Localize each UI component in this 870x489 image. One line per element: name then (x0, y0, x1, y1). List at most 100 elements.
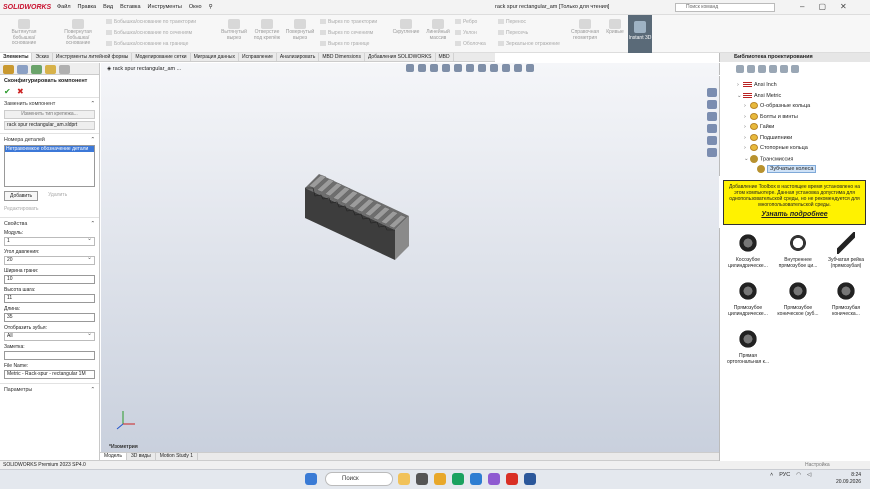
loft-boss-item[interactable]: Бобышка/основание по сечениям (106, 30, 192, 36)
zoom-area-icon[interactable] (418, 64, 426, 72)
feature-tree-icon[interactable] (3, 65, 14, 74)
boundary-boss-item[interactable]: Бобышка/основание на границе (106, 41, 188, 47)
pressure-angle-select[interactable]: 20 (4, 255, 95, 265)
previous-view-icon[interactable] (430, 64, 438, 72)
delete-button[interactable]: Удалить (48, 191, 67, 201)
params-section-header[interactable]: Параметры ⌃ (0, 383, 99, 394)
minimize-icon[interactable]: – (800, 0, 804, 14)
pitch-height-input[interactable]: 11 (4, 294, 95, 303)
tree-item[interactable]: Зубчатые колеса (751, 165, 817, 174)
up-icon[interactable] (780, 65, 788, 73)
task-view-icon[interactable] (416, 473, 428, 485)
file-explorer-icon[interactable] (434, 473, 446, 485)
tab-model[interactable]: Модель (100, 453, 127, 460)
menu-file[interactable]: Файл (57, 4, 71, 10)
library-item[interactable]: Прямозубое коническое (зуб... (774, 280, 822, 317)
design-library-icon[interactable] (707, 112, 717, 121)
comment-input[interactable] (4, 351, 95, 360)
length-input[interactable]: 35 (4, 313, 95, 322)
custom-properties-icon[interactable] (707, 148, 717, 157)
library-item[interactable]: Прямозубое цилиндрическе... (724, 280, 772, 317)
tab-evaluate[interactable]: Анализировать (277, 53, 320, 61)
library-item[interactable]: Прямая ортогональная к... (724, 328, 772, 365)
maximize-icon[interactable]: ▢ (818, 0, 826, 14)
new-folder-icon[interactable] (769, 65, 777, 73)
hide-show-icon[interactable] (478, 64, 486, 72)
tab-data-migration[interactable]: Миграция данных (191, 53, 239, 61)
tab-mbd-dimensions[interactable]: MBD Dimensions (319, 53, 365, 61)
properties-section-header[interactable]: Свойства ⌃ (0, 217, 99, 228)
library-item[interactable]: Внутреннее прямозубое ци... (774, 232, 822, 269)
dimxpert-icon[interactable] (45, 65, 56, 74)
tab-mold-tools[interactable]: Инструменты литейной формы (53, 53, 133, 61)
zoom-fit-icon[interactable] (406, 64, 414, 72)
display-style-icon[interactable] (466, 64, 474, 72)
file-name-input[interactable]: Metric - Rack-spur - rectangular 1M (4, 370, 95, 379)
volume-icon[interactable]: ◁ (807, 472, 811, 479)
wrap-item[interactable]: Перенос (498, 19, 526, 25)
widgets-icon[interactable] (398, 473, 410, 485)
tree-item[interactable]: › Подшипники (744, 133, 792, 142)
add-location-icon[interactable] (758, 65, 766, 73)
tab-3d-views[interactable]: 3D виды (127, 453, 156, 460)
revolve-cut-button[interactable]: Повернутый вырез (284, 19, 316, 41)
hole-wizard-button[interactable]: Отверстие под крепёж (250, 19, 284, 41)
scene-icon[interactable] (502, 64, 510, 72)
mirror-item[interactable]: Зеркальное отражение (498, 41, 560, 47)
display-icon[interactable] (526, 64, 534, 72)
tab-sketch[interactable]: Эскиз (32, 53, 53, 61)
edit-appearance-icon[interactable] (490, 64, 498, 72)
reference-geometry-button[interactable]: Справочная геометрия (568, 19, 602, 41)
graphics-area[interactable]: ◈ rack spur rectangular_am ... *Изометри… (101, 63, 719, 453)
loft-cut-item[interactable]: Вырез по сечениям (320, 30, 373, 36)
command-search-input[interactable]: Поиск команд (675, 3, 775, 12)
tab-repair[interactable]: Исправление (239, 53, 277, 61)
back-icon[interactable] (736, 65, 744, 73)
resources-icon[interactable] (707, 100, 717, 109)
part-numbers-section-header[interactable]: Номера деталей ⌃ (0, 133, 99, 144)
replace-section-header[interactable]: Заменить компонент ⌃ (0, 97, 99, 108)
section-view-icon[interactable] (442, 64, 450, 72)
appearances-icon[interactable] (707, 136, 717, 145)
network-icon[interactable]: ◠ (796, 472, 801, 479)
tree-item[interactable]: › Гайки (744, 123, 774, 131)
view-settings-icon[interactable] (514, 64, 522, 72)
sweep-cut-item[interactable]: Вырез по траектории (320, 19, 377, 25)
cancel-x-icon[interactable]: ✖ (17, 87, 24, 96)
tree-item[interactable]: › О-образные кольца (744, 102, 810, 110)
instant3d-button[interactable]: Instant 3D (628, 15, 652, 53)
display-teeth-select[interactable]: All (4, 331, 95, 341)
module-select[interactable]: 1 (4, 236, 95, 246)
menu-tools[interactable]: Инструменты (148, 4, 182, 10)
tab-mbd[interactable]: MBD (436, 53, 454, 61)
store-icon[interactable] (470, 473, 482, 485)
shell-item[interactable]: Оболочка (455, 41, 486, 47)
change-fastener-type-button[interactable]: Изменить тип крепежа... (4, 110, 95, 119)
teams-icon[interactable] (488, 473, 500, 485)
property-manager-icon[interactable] (17, 65, 28, 74)
breadcrumb[interactable]: ◈ rack spur rectangular_am ... (107, 66, 181, 72)
taskbar-search[interactable]: Поиск (325, 472, 393, 486)
draft-item[interactable]: Уклон (455, 30, 477, 36)
curves-button[interactable]: Кривые (603, 19, 627, 36)
file-explorer-icon[interactable] (707, 124, 717, 133)
solidworks-taskbar-icon[interactable] (506, 473, 518, 485)
add-button[interactable]: Добавить (4, 191, 39, 201)
menu-edit[interactable]: Правка (78, 4, 97, 10)
extrude-cut-button[interactable]: Вытянутый вырез (218, 19, 250, 41)
sweep-boss-item[interactable]: Бобышка/основание по траектории (106, 19, 196, 25)
tray-chevron-icon[interactable]: ˄ (770, 472, 773, 479)
close-icon[interactable]: ✕ (840, 0, 847, 14)
pin-icon[interactable]: ⚲ (209, 4, 213, 10)
menu-view[interactable]: Вид (103, 4, 113, 10)
tree-item[interactable]: ⌄ Ansi Metric (737, 92, 781, 100)
clock[interactable]: 8:24 20.09.2026 (836, 472, 861, 486)
menu-insert[interactable]: Вставка (120, 4, 140, 10)
pin-icon[interactable] (791, 65, 799, 73)
linear-pattern-button[interactable]: Линейный массив (422, 19, 454, 41)
edge-icon[interactable] (452, 473, 464, 485)
word-icon[interactable] (524, 473, 536, 485)
intersect-item[interactable]: Пересечь (498, 30, 528, 36)
view-orientation-icon[interactable] (454, 64, 462, 72)
tab-addins[interactable]: Добавления SOLIDWORKS (365, 53, 436, 61)
